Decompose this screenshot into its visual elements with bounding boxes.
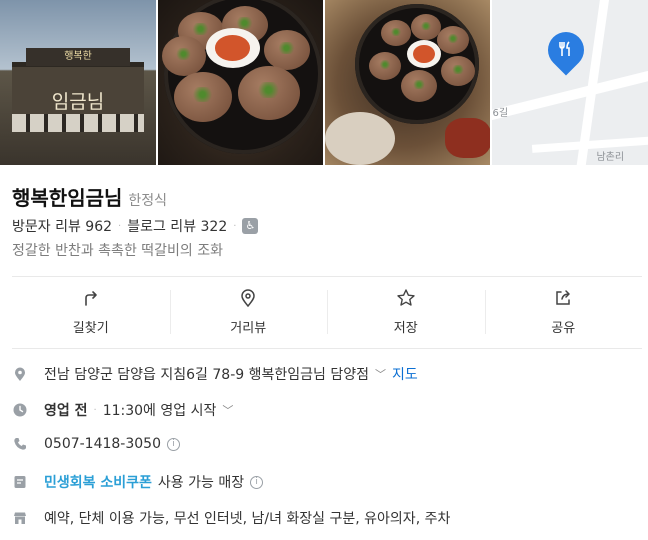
info-icon[interactable]: i [167, 437, 180, 451]
divider [12, 348, 642, 349]
info-icon[interactable]: i [250, 475, 264, 489]
coupon-row: 민생회복 소비쿠폰 사용 가능 매장 i [12, 472, 264, 492]
storefront-top-sign: 행복한 [26, 48, 130, 66]
street-view-pin-icon [241, 289, 256, 308]
review-row: 방문자 리뷰 962 · 블로그 리뷰 322 · ♿ [12, 216, 259, 236]
wheelchair-icon: ♿ [242, 218, 259, 234]
store-icon [14, 512, 26, 524]
address-row: 전남 담양군 담양읍 지침6길 78-9 행복한임금님 담양점 ﹀ 지도 [12, 364, 418, 384]
place-category: 한정식 [128, 193, 168, 209]
clock-icon [13, 403, 27, 417]
share-icon [556, 290, 570, 305]
street-view-button[interactable]: 거리뷰 [169, 288, 328, 336]
chevron-down-icon[interactable]: ﹀ [222, 402, 233, 418]
photo-storefront[interactable]: 임금님 행복한 [0, 0, 156, 165]
map-link[interactable]: 지도 [392, 364, 418, 384]
directions-button[interactable]: 길찾기 [12, 288, 170, 336]
fork-knife-icon [556, 40, 576, 60]
phone-row: 0507-1418-3050 i [12, 436, 180, 452]
photo-gallery: 임금님 행복한 6길 남촌리 [0, 0, 648, 165]
photo-tteokgalbi-pan[interactable] [157, 0, 323, 165]
coupon-name[interactable]: 민생회복 소비쿠폰 [44, 472, 152, 492]
photo-tteokgalbi-table[interactable] [325, 0, 491, 165]
address-text[interactable]: 전남 담양군 담양읍 지침6길 78-9 행복한임금님 담양점 [44, 364, 369, 384]
storefront-building: 임금님 [12, 62, 144, 132]
coupon-suffix: 사용 가능 매장 [157, 475, 245, 491]
business-hours[interactable]: 11:30에 영업 시작 [103, 400, 217, 420]
sauce-dish [205, 28, 260, 68]
business-status: 영업 전 [44, 403, 88, 419]
coupon-ticket-icon [14, 476, 26, 488]
share-button[interactable]: 공유 [484, 288, 643, 336]
directions-icon [84, 291, 97, 306]
blog-review-link[interactable]: 블로그 리뷰 322 [127, 216, 227, 236]
divider [12, 276, 642, 277]
place-title-row: 행복한임금님 한정식 [12, 182, 167, 211]
chevron-down-icon[interactable]: ﹀ [375, 366, 386, 382]
place-name: 행복한임금님 [12, 186, 123, 210]
photo-map-thumbnail[interactable]: 6길 남촌리 [492, 0, 648, 165]
action-bar: 길찾기 거리뷰 저장 공유 [12, 288, 642, 336]
amenities-row: 예약, 단체 이용 가능, 무선 인터넷, 남/녀 화장실 구분, 유아의자, … [12, 508, 450, 528]
storefront-sign: 임금님 [51, 91, 105, 113]
hours-row: 영업 전 · 11:30에 영업 시작 ﹀ [12, 400, 233, 420]
map-area-label: 남촌리 [596, 152, 625, 163]
location-pin-icon [15, 367, 25, 381]
save-button[interactable]: 저장 [327, 288, 485, 336]
phone-number[interactable]: 0507-1418-3050 [44, 436, 161, 452]
place-description: 정갈한 반찬과 촉촉한 떡갈비의 조화 [12, 243, 223, 259]
star-icon [397, 289, 415, 306]
phone-icon [14, 438, 26, 450]
visitor-review-link[interactable]: 방문자 리뷰 962 [12, 216, 112, 236]
amenities-text: 예약, 단체 이용 가능, 무선 인터넷, 남/녀 화장실 구분, 유아의자, … [44, 511, 451, 527]
map-road-label: 6길 [492, 108, 509, 119]
